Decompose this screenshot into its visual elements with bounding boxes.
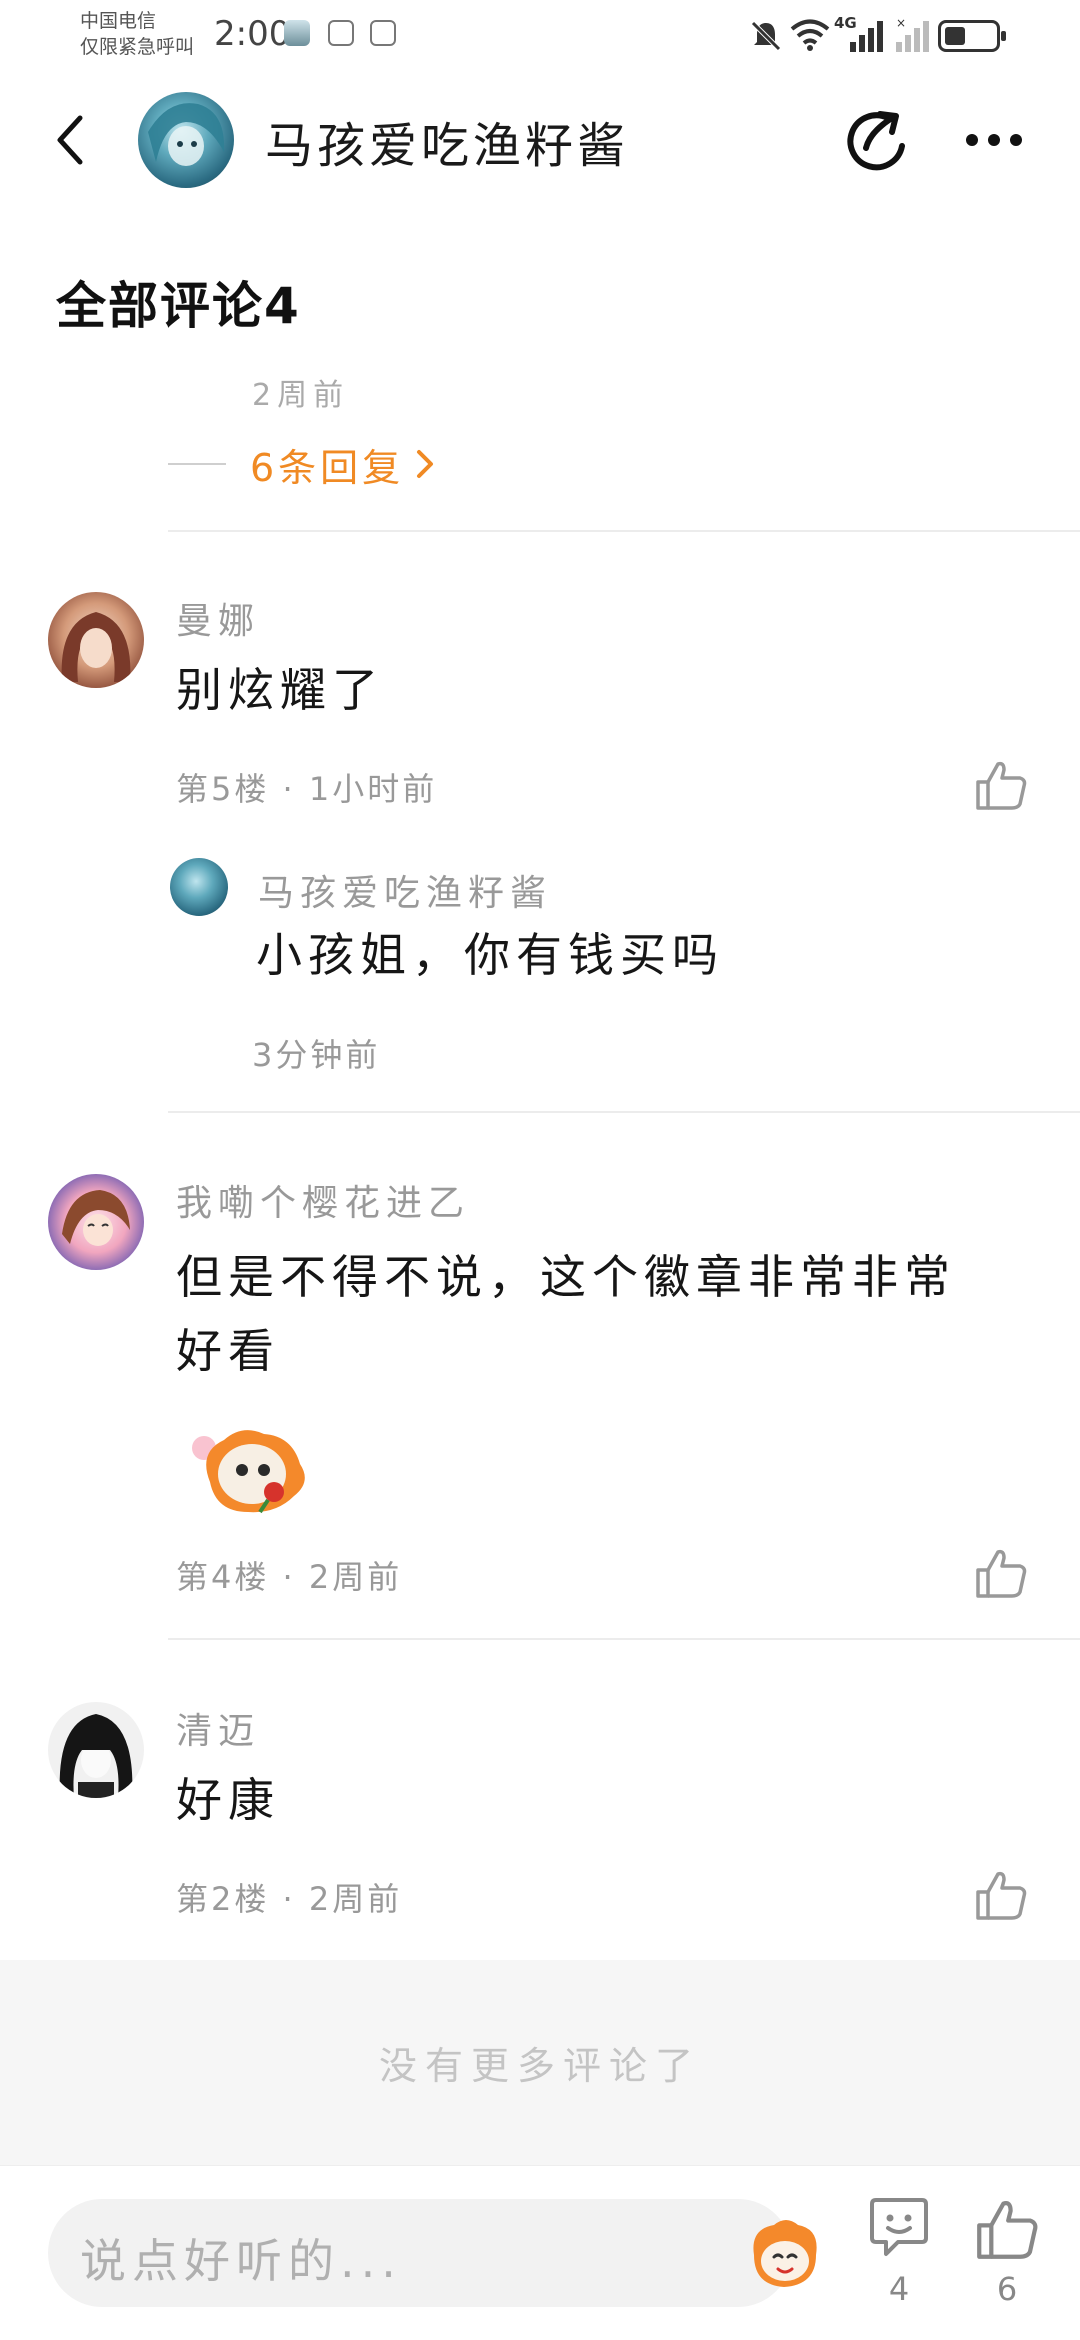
signal-no-service-icon: × (896, 16, 929, 52)
comment-input[interactable]: 说点好听的... (48, 2199, 817, 2307)
signal-icon (850, 21, 883, 52)
notification-app-icon (328, 20, 354, 46)
post-like-button[interactable] (972, 2194, 1042, 2264)
thumbs-up-icon (976, 1549, 1027, 1598)
like-button[interactable] (972, 756, 1030, 814)
carrier-info: 中国电信 仅限紧急呼叫 (80, 8, 194, 60)
commenter-avatar[interactable] (48, 592, 144, 688)
carrier-name: 中国电信 (80, 10, 157, 32)
no-more-comments-notice: 没有更多评论了 (0, 1960, 1080, 2165)
divider (168, 1111, 1080, 1113)
emoji-button[interactable] (740, 2209, 828, 2297)
chevron-left-icon (57, 115, 83, 165)
no-more-comments-label: 没有更多评论了 (378, 2044, 701, 2088)
likes-count: 6 (996, 2270, 1018, 2308)
commenter-avatar[interactable] (48, 1702, 144, 1798)
reply-text: 小孩姐，你有钱买吗 (256, 928, 724, 982)
carrier-status: 仅限紧急呼叫 (80, 36, 195, 58)
status-bar: 中国电信 仅限紧急呼叫 2:00 4G × (0, 0, 1080, 70)
puppy-sticker-icon (192, 1430, 305, 1514)
comment-text: 别炫耀了 (176, 663, 384, 717)
comment-time: 2周前 (252, 378, 350, 408)
view-replies-label: 6条回复 (250, 445, 405, 490)
like-button[interactable] (972, 1866, 1030, 1924)
comments-count-button[interactable] (864, 2194, 934, 2264)
thumbs-up-icon (976, 761, 1027, 810)
comment-text-line: 好看 (176, 1324, 280, 1378)
view-replies-link[interactable]: 6条回复 (168, 436, 436, 492)
comment-bubble-icon (870, 2198, 928, 2256)
author-name[interactable]: 马孩爱吃渔籽酱 (265, 106, 629, 176)
comment-meta: 第2楼 · 2周前 (176, 1880, 403, 1918)
mascot-emoji-icon (753, 2220, 817, 2287)
reply-author-avatar[interactable] (170, 858, 228, 916)
share-arrow-icon (847, 111, 905, 171)
share-button[interactable] (840, 104, 912, 176)
comment-meta: 第4楼 · 2周前 (176, 1558, 403, 1596)
notification-avatar-icon (284, 20, 310, 46)
comment-meta: 第5楼 · 1小时前 (176, 770, 438, 808)
divider (168, 1638, 1080, 1640)
back-button[interactable] (40, 110, 100, 170)
battery-icon (938, 20, 1006, 52)
thumbs-up-icon (976, 1871, 1027, 1920)
commenter-name[interactable]: 清迈 (176, 1702, 260, 1754)
mute-bell-icon (751, 21, 781, 51)
chevron-right-icon (417, 450, 434, 478)
divider (168, 530, 1080, 532)
more-dots-icon (966, 134, 1022, 146)
reply-time: 3分钟前 (252, 1036, 381, 1074)
thumbs-up-icon (977, 2201, 1038, 2259)
comments-count: 4 (888, 2270, 910, 2308)
bottom-comment-bar: 说点好听的... 4 6 (0, 2165, 1080, 2340)
reply-author-name[interactable]: 马孩爱吃渔籽酱 (258, 864, 552, 916)
top-nav-bar: 马孩爱吃渔籽酱 (0, 70, 1080, 210)
sticker-image[interactable] (180, 1412, 318, 1522)
comment-input-placeholder: 说点好听的... (80, 2234, 402, 2288)
comments-section-title: 全部评论4 (56, 277, 301, 335)
author-avatar[interactable] (138, 92, 234, 188)
comment-text: 好康 (176, 1773, 280, 1827)
more-options-button[interactable] (958, 104, 1030, 176)
commenter-avatar[interactable] (48, 1174, 144, 1270)
svg-text:×: × (896, 16, 906, 30)
notification-app-icon (370, 20, 396, 46)
like-button[interactable] (972, 1544, 1030, 1602)
reply-divider-dash (168, 463, 226, 465)
wifi-icon (790, 19, 830, 51)
commenter-name[interactable]: 我嘞个樱花进乙 (176, 1174, 470, 1226)
status-time: 2:00 (214, 14, 291, 54)
commenter-name[interactable]: 曼娜 (176, 592, 260, 644)
comment-text-line: 但是不得不说，这个徽章非常非常 (176, 1250, 956, 1304)
